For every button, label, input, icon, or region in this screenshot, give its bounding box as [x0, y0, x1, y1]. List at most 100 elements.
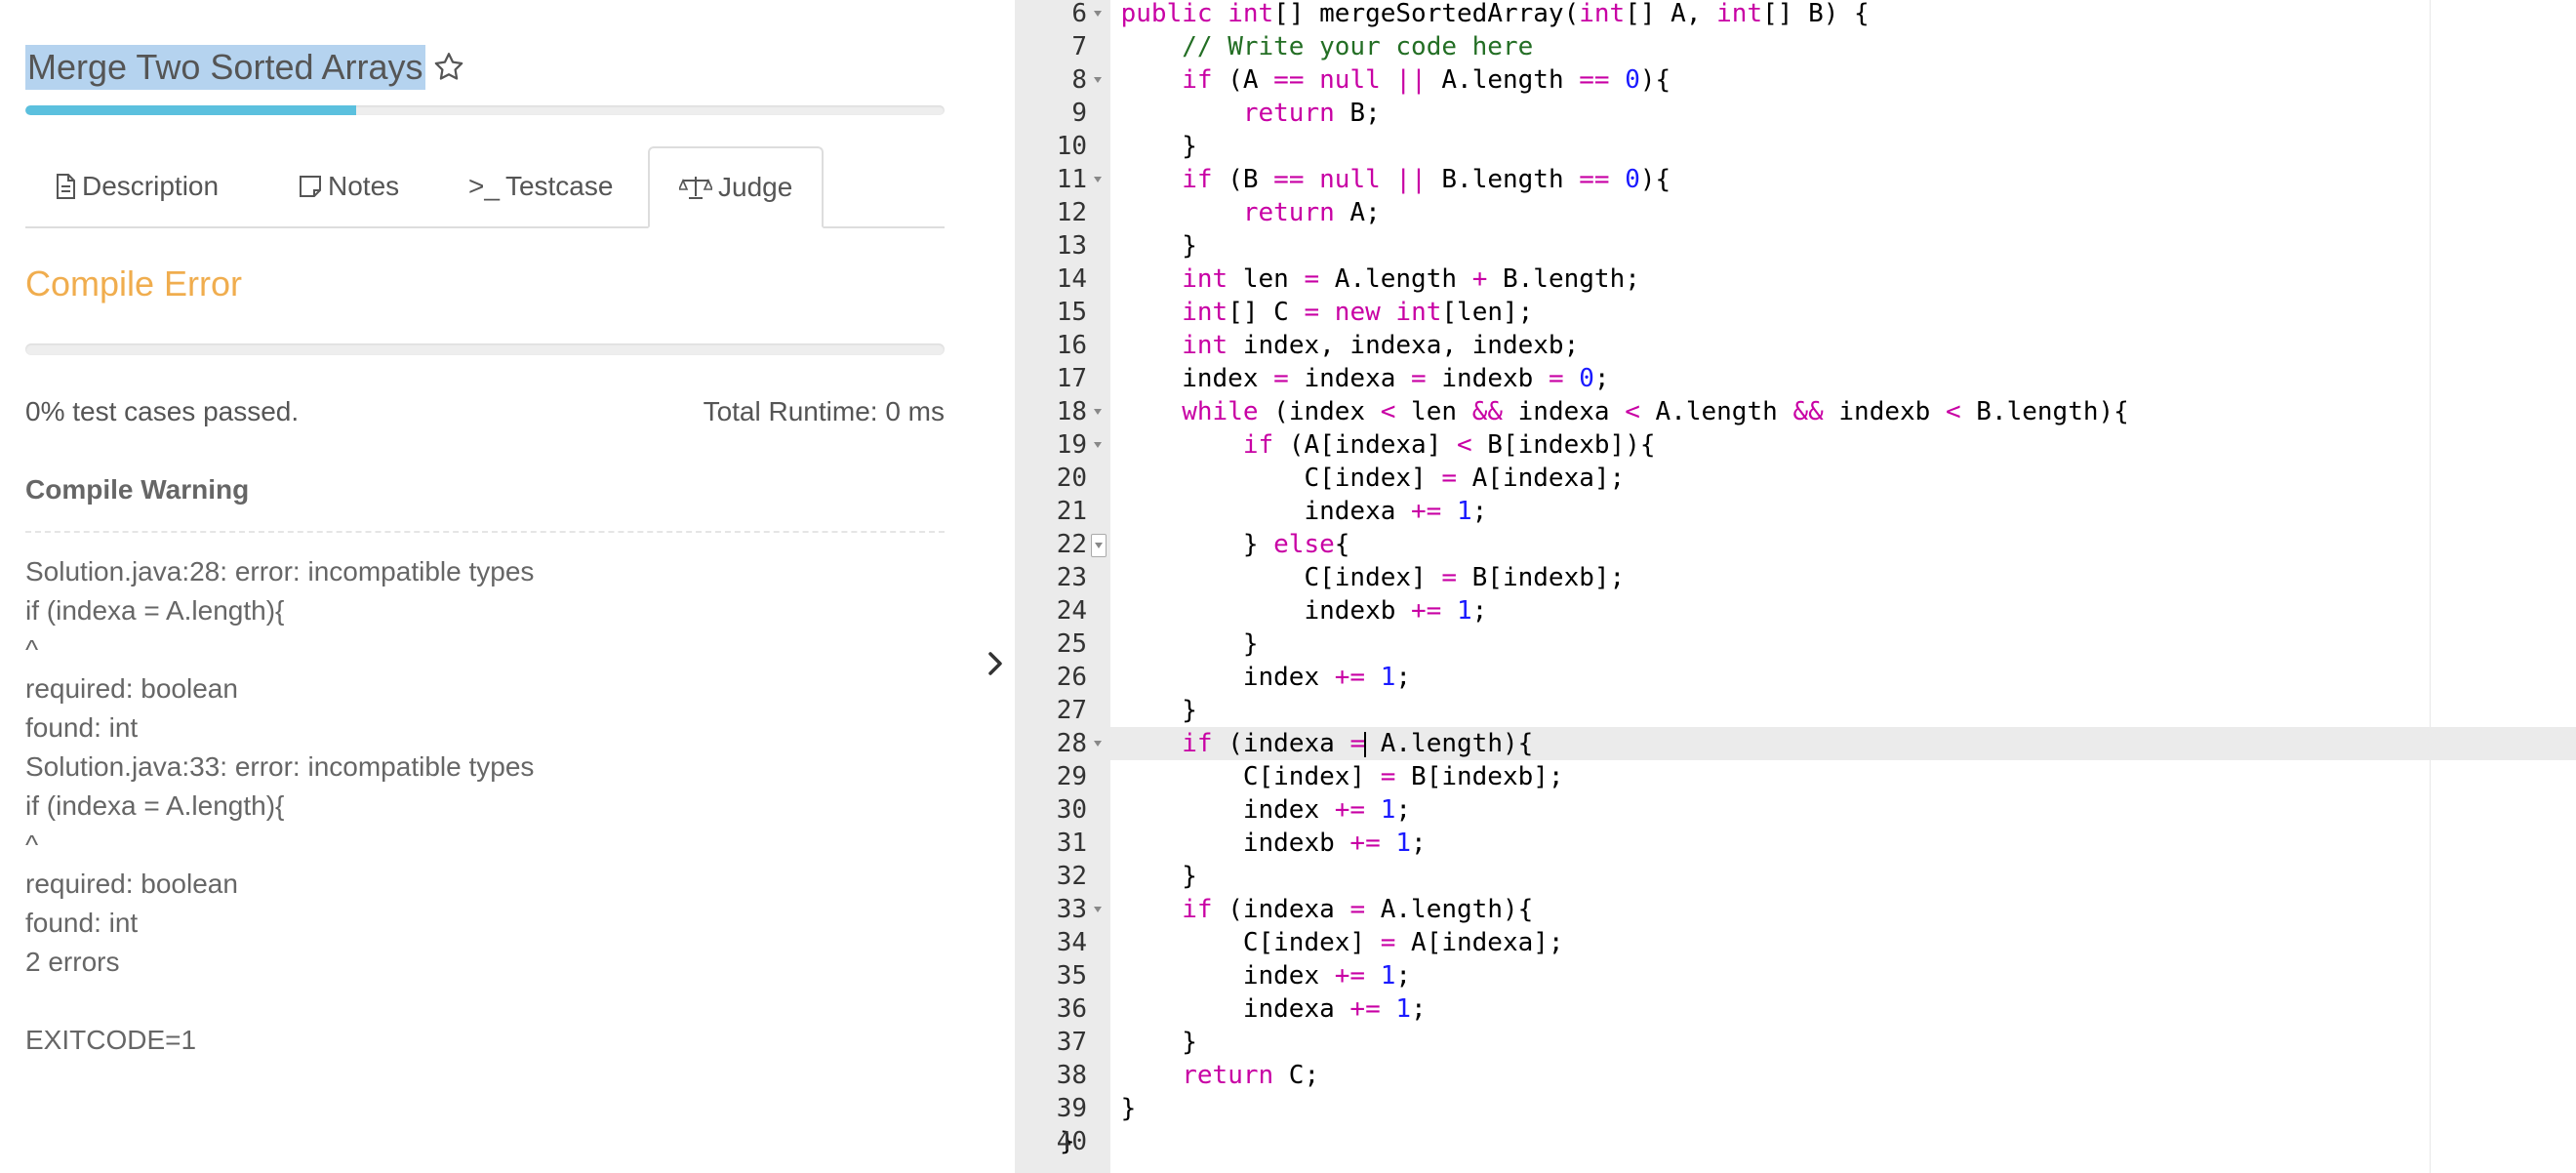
line-number: 27 — [1056, 696, 1087, 725]
code-text: if (indexa = A.length){ — [1182, 729, 1534, 758]
code-line[interactable] — [1110, 694, 2576, 727]
line-number: 25 — [1056, 629, 1087, 659]
fold-arrow-icon[interactable] — [1091, 727, 1105, 760]
compile-output-line: ^ — [25, 829, 39, 860]
line-number: 38 — [1056, 1061, 1087, 1090]
code-text: C[index] = A[indexa]; — [1060, 464, 1626, 493]
fold-arrow-icon[interactable] — [1091, 163, 1105, 196]
line-number: 26 — [1056, 663, 1087, 692]
fold-arrow-icon[interactable] — [1091, 395, 1105, 428]
compile-output-line: EXITCODE=1 — [25, 1025, 197, 1055]
line-number: 36 — [1056, 994, 1087, 1024]
line-number: 13 — [1056, 231, 1087, 261]
line-number: 21 — [1056, 497, 1087, 526]
line-number: 35 — [1056, 961, 1087, 991]
code-line[interactable] — [1110, 627, 2576, 661]
code-text: if (indexa = A.length){ — [1182, 895, 1534, 924]
line-number: 10 — [1056, 132, 1087, 161]
code-text: if (A == null || A.length == 0){ — [1182, 65, 1671, 95]
code-line[interactable] — [1110, 1125, 2576, 1158]
code-text: index = indexa = indexb = 0; — [1060, 364, 1610, 393]
tab-judge-label: Judge — [718, 172, 793, 202]
code-text: C[index] = B[indexb]; — [1060, 563, 1626, 592]
line-number: 8 — [1071, 65, 1087, 95]
chevron-right-icon[interactable] — [976, 644, 1015, 683]
tab-description[interactable]: Description — [55, 146, 219, 226]
total-runtime: Total Runtime: 0 ms — [703, 396, 945, 426]
code-text: if (B == null || B.length == 0){ — [1182, 165, 1671, 194]
line-number: 34 — [1056, 928, 1087, 957]
code-text: if (A[indexa] < B[indexb]){ — [1242, 430, 1656, 460]
code-line[interactable] — [1110, 229, 2576, 263]
code-text: index += 1; — [1060, 663, 1412, 692]
tab-bar: Description Notes >_ Testcase Judge — [25, 146, 945, 228]
line-number: 17 — [1056, 364, 1087, 393]
line-number: 7 — [1071, 32, 1087, 61]
compile-output-line: 2 errors — [25, 947, 120, 977]
line-number: 40 — [1056, 1127, 1087, 1156]
code-text: // Write your code here — [1182, 32, 1534, 61]
compile-output-line: found: int — [25, 712, 139, 743]
fold-arrow-icon[interactable] — [1091, 428, 1105, 462]
line-number: 29 — [1056, 762, 1087, 791]
compile-output-line: found: int — [25, 908, 139, 938]
terminal-icon: >_ — [468, 171, 500, 201]
code-text: C[index] = B[indexb]; — [1060, 762, 1564, 791]
code-text: } — [1060, 629, 1259, 659]
divider — [25, 531, 945, 533]
fold-arrow-icon[interactable] — [1091, 0, 1105, 30]
tab-testcase-label: Testcase — [504, 171, 614, 201]
code-area[interactable]: public int[] mergeSortedArray(int[] A, i… — [1060, 0, 2576, 1173]
line-number: 6 — [1071, 0, 1087, 28]
code-text: index += 1; — [1060, 961, 1412, 991]
line-number: 24 — [1056, 596, 1087, 626]
line-number: 39 — [1056, 1094, 1087, 1123]
code-text: C[index] = A[indexa]; — [1060, 928, 1564, 957]
problem-title: Merge Two Sorted Arrays — [25, 45, 425, 90]
code-line[interactable] — [1110, 1092, 2576, 1125]
tab-judge[interactable]: Judge — [648, 146, 825, 228]
tab-testcase[interactable]: >_ Testcase — [468, 146, 613, 226]
scale-icon — [679, 175, 712, 200]
line-number: 15 — [1056, 298, 1087, 327]
compile-output-line — [25, 982, 534, 1021]
compile-output-line: required: boolean — [25, 673, 238, 704]
tab-notes[interactable]: Notes — [299, 146, 399, 226]
code-line[interactable] — [1110, 1026, 2576, 1059]
code-line[interactable] — [1110, 130, 2576, 163]
line-number: 12 — [1056, 198, 1087, 227]
line-number: 33 — [1056, 895, 1087, 924]
code-line[interactable] — [1110, 860, 2576, 893]
tab-description-label: Description — [82, 171, 220, 201]
compile-output-line: ^ — [25, 634, 39, 665]
compile-output: Solution.java:28: error: incompatible ty… — [25, 552, 534, 1060]
note-icon — [299, 175, 322, 198]
compile-output-line: if (indexa = A.length){ — [25, 790, 285, 821]
code-text: while (index < len && indexa < A.length … — [1182, 397, 2129, 426]
tab-notes-label: Notes — [328, 171, 400, 201]
line-number: 9 — [1071, 99, 1087, 128]
code-text: return B; — [1242, 99, 1381, 128]
panel-divider[interactable] — [976, 0, 1016, 1173]
test-pass-rate: 0% test cases passed. — [25, 396, 300, 426]
code-text: indexb += 1; — [1060, 596, 1488, 626]
line-number: 14 — [1056, 264, 1087, 294]
text-cursor — [1364, 731, 1367, 757]
code-editor[interactable]: public int[] mergeSortedArray(int[] A, i… — [1015, 0, 2576, 1173]
star-icon[interactable] — [431, 50, 466, 85]
code-text: indexb += 1; — [1060, 829, 1427, 858]
code-text: int len = A.length + B.length; — [1182, 264, 1640, 294]
document-icon — [55, 174, 76, 199]
code-text: indexa += 1; — [1060, 497, 1488, 526]
compile-output-line: if (indexa = A.length){ — [25, 595, 285, 626]
judge-status: Compile Error — [25, 263, 243, 303]
title-row: Merge Two Sorted Arrays — [25, 43, 466, 92]
code-line[interactable] — [1110, 1059, 2576, 1092]
fold-arrow-icon[interactable] — [1091, 63, 1105, 97]
code-text: int[] C = new int[len]; — [1182, 298, 1534, 327]
line-number: 31 — [1056, 829, 1087, 858]
fold-arrow-icon[interactable] — [1091, 893, 1105, 926]
fold-arrow-icon[interactable] — [1091, 534, 1107, 557]
code-text: return A; — [1242, 198, 1381, 227]
line-number: 18 — [1056, 397, 1087, 426]
